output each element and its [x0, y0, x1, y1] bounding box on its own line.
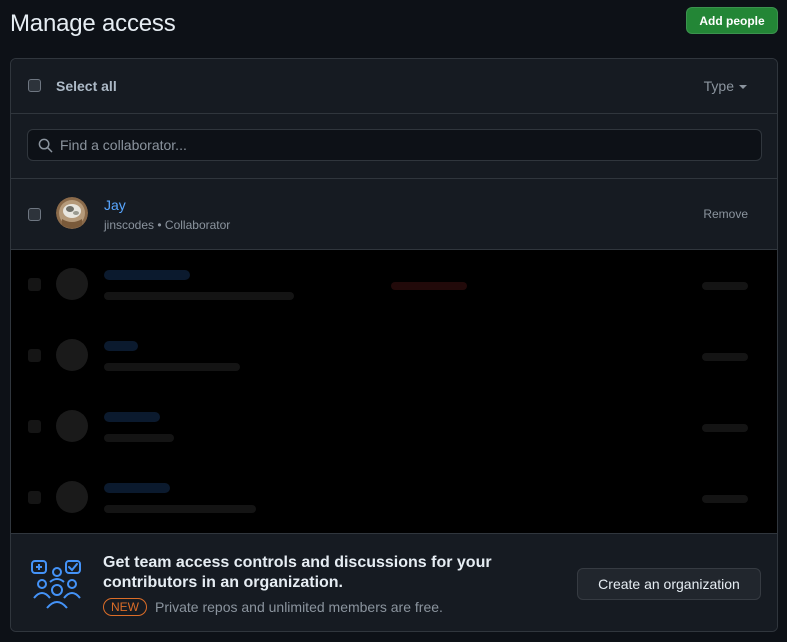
member-username: jinscodes [104, 218, 155, 232]
collaborators-box: Select all Type Find a collaborator... J… [10, 58, 778, 632]
redacted-name [104, 270, 190, 280]
collaborators-header: Select all Type [11, 59, 777, 114]
collaborator-search-field[interactable] [27, 129, 762, 161]
search-icon [38, 138, 53, 153]
redacted-remove [702, 495, 748, 503]
redacted-meta [104, 363, 240, 371]
member-meta: jinscodes • Collaborator [104, 218, 230, 232]
redacted-meta [104, 292, 294, 300]
redacted-name [104, 341, 138, 351]
redacted-remove [702, 353, 748, 361]
member-role: Collaborator [164, 218, 231, 232]
redacted-row [11, 321, 777, 392]
redacted-checkbox [28, 420, 41, 433]
redacted-name [104, 412, 160, 422]
promo-subtitle-text: Private repos and unlimited members are … [155, 599, 443, 615]
page-title: Manage access [10, 10, 176, 37]
organization-promo: Get team access controls and discussions… [11, 533, 777, 631]
collaborator-search-input[interactable] [60, 130, 750, 160]
new-badge: NEW [103, 598, 147, 616]
search-area [11, 114, 777, 179]
select-all-label: Select all [56, 78, 117, 94]
member-name-link[interactable]: Jay [104, 197, 126, 213]
redacted-member-rows [11, 250, 777, 533]
member-checkbox[interactable] [28, 208, 41, 221]
avatar[interactable] [56, 197, 88, 229]
add-people-button[interactable]: Add people [686, 7, 778, 34]
separator-dot: • [157, 218, 165, 232]
redacted-row [11, 392, 777, 463]
redacted-meta [104, 434, 174, 442]
redacted-row [11, 463, 777, 534]
redacted-name [104, 483, 170, 493]
redacted-remove [702, 424, 748, 432]
type-filter-menu[interactable]: Type [704, 78, 747, 94]
promo-subtitle: NEW Private repos and unlimited members … [103, 598, 443, 616]
redacted-avatar [56, 481, 88, 513]
redacted-avatar [56, 339, 88, 371]
redacted-checkbox [28, 491, 41, 504]
redacted-remove [702, 282, 748, 290]
select-all-checkbox[interactable] [28, 79, 41, 92]
avatar-image-icon [56, 197, 88, 229]
promo-title: Get team access controls and discussions… [103, 554, 492, 591]
redacted-avatar [56, 410, 88, 442]
redacted-checkbox [28, 349, 41, 362]
type-filter-label: Type [703, 78, 734, 94]
redacted-checkbox [28, 278, 41, 291]
create-organization-button[interactable]: Create an organization [577, 568, 761, 600]
member-row: Jay jinscodes • Collaborator Remove [11, 179, 777, 250]
manage-access-page: Manage access Add people Select all Type [0, 0, 787, 642]
redacted-avatar [56, 268, 88, 300]
redacted-row [11, 250, 777, 321]
remove-member-button[interactable]: Remove [703, 207, 748, 221]
team-illustration-icon [31, 560, 81, 609]
redacted-badge [391, 282, 467, 290]
redacted-meta [104, 505, 256, 513]
caret-down-icon [739, 85, 747, 89]
